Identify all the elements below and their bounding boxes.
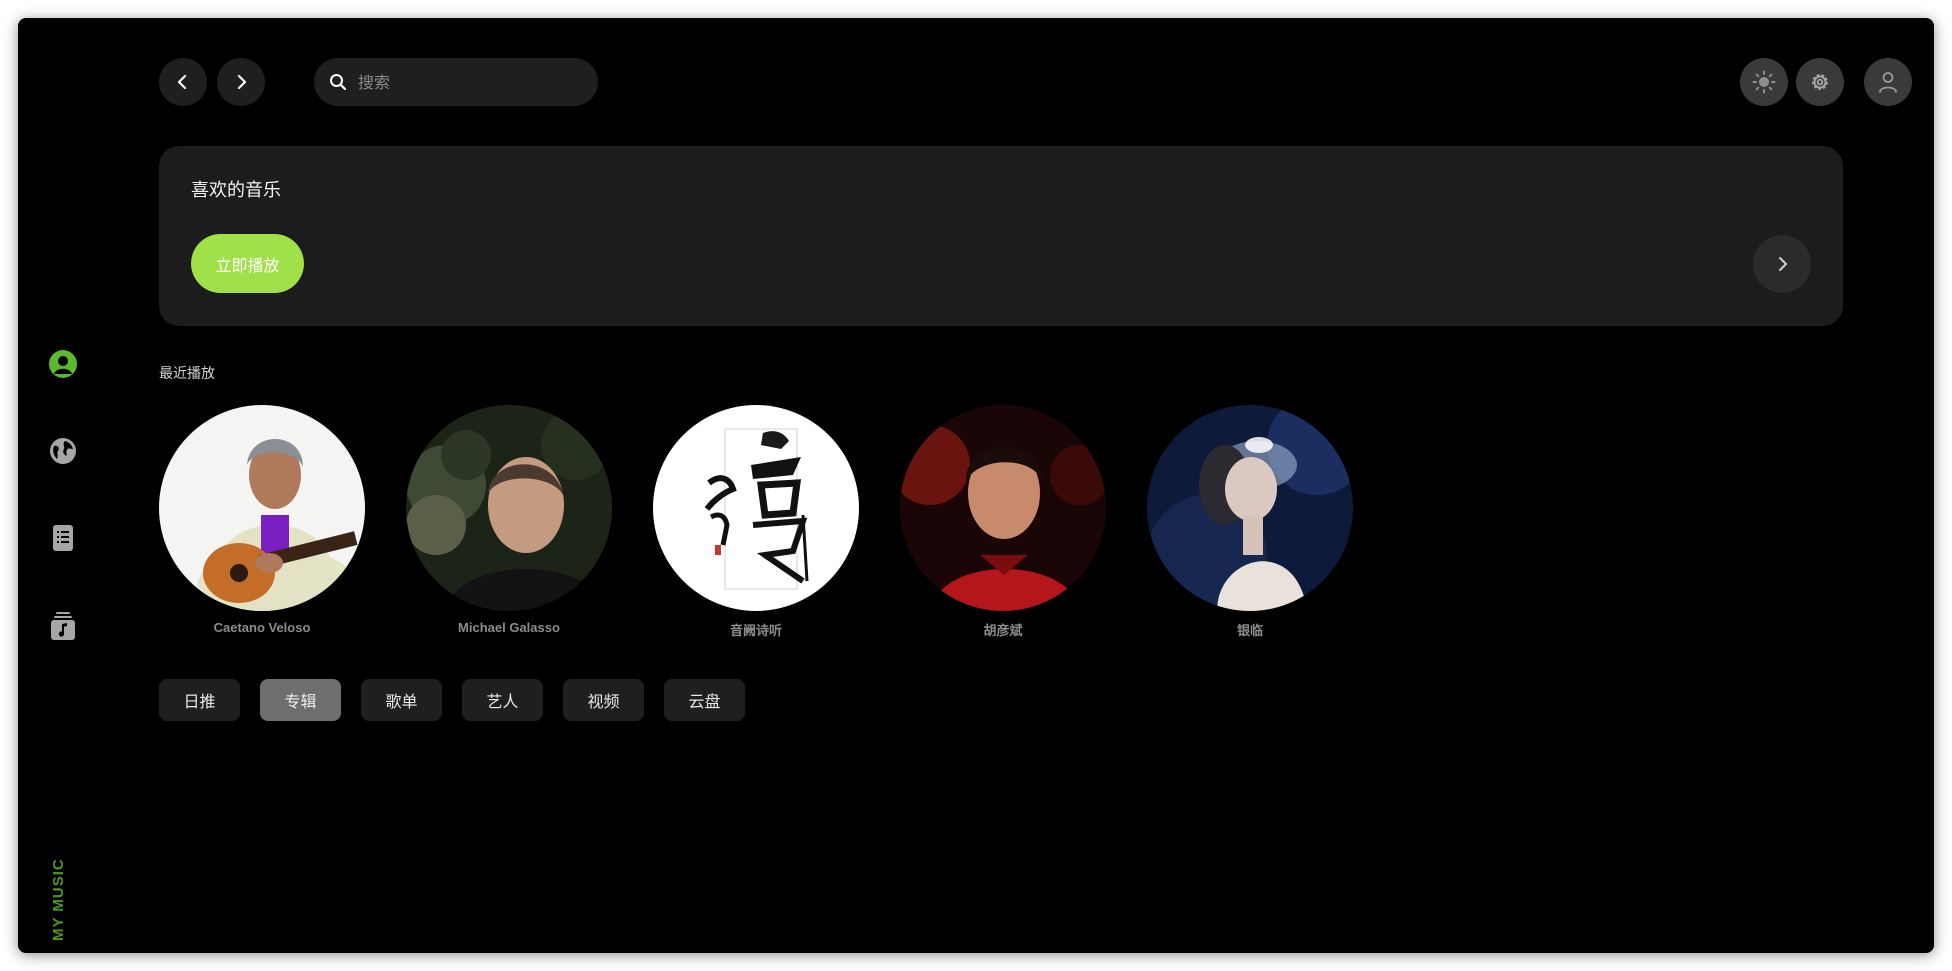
- search-icon: [328, 72, 348, 92]
- artist-avatar: [159, 405, 365, 611]
- liked-music-card[interactable]: 喜欢的音乐 立即播放: [159, 146, 1843, 326]
- artist-name: Caetano Veloso: [213, 620, 311, 635]
- artist-name: 银临: [1236, 623, 1263, 638]
- artist-name: Michael Galasso: [458, 620, 560, 635]
- artist-name: 胡彦斌: [983, 623, 1023, 638]
- app-window: MY MUSIC 搜索 喜欢的音乐 立即播放 最近播放 Caetano Velo…: [18, 18, 1934, 953]
- tab-cloud[interactable]: 云盘: [664, 679, 745, 721]
- liked-music-title: 喜欢的音乐: [191, 180, 281, 201]
- user-circle-icon: [49, 350, 77, 378]
- chevron-right-icon: [1779, 257, 1787, 271]
- recent-artist-card[interactable]: Michael Galasso: [406, 405, 612, 635]
- search-bar: [314, 58, 598, 106]
- user-avatar[interactable]: [1864, 58, 1912, 106]
- sidebar-item-user[interactable]: [48, 349, 78, 379]
- theme-toggle-button[interactable]: [1740, 58, 1788, 106]
- chevron-right-icon: [237, 74, 247, 90]
- artist-avatar: [653, 405, 859, 611]
- sun-icon: [1752, 70, 1776, 94]
- tab-playlists[interactable]: 歌单: [361, 679, 442, 721]
- liked-music-more-button[interactable]: [1753, 235, 1811, 293]
- app-brand: MY MUSIC: [50, 858, 67, 941]
- recent-artist-card[interactable]: 胡彦斌: [900, 405, 1106, 639]
- gear-icon: [1812, 74, 1828, 90]
- artist-name: 音阙诗听: [729, 623, 782, 638]
- tab-albums[interactable]: 专辑: [260, 679, 341, 721]
- artist-avatar: [900, 405, 1106, 611]
- tab-artists[interactable]: 艺人: [462, 679, 543, 721]
- user-icon: [1879, 72, 1897, 93]
- back-button[interactable]: [159, 58, 207, 106]
- sidebar-item-library[interactable]: [48, 611, 78, 641]
- globe-icon: [50, 438, 76, 464]
- search-input[interactable]: [356, 71, 580, 93]
- recent-section-title: 最近播放: [159, 366, 215, 382]
- play-now-button[interactable]: 立即播放: [191, 234, 304, 293]
- settings-button[interactable]: [1796, 58, 1844, 106]
- music-library-icon: [51, 612, 75, 640]
- forward-button[interactable]: [217, 58, 265, 106]
- recent-artist-card[interactable]: Caetano Veloso: [159, 405, 365, 635]
- library-tabs: 日推 专辑 歌单 艺人 视频 云盘: [159, 679, 765, 721]
- list-book-icon: [53, 525, 73, 551]
- recent-artist-card[interactable]: 银临: [1147, 405, 1353, 639]
- tab-videos[interactable]: 视频: [563, 679, 644, 721]
- sidebar-item-playlists[interactable]: [48, 523, 78, 553]
- sidebar-item-discover[interactable]: [48, 436, 78, 466]
- artist-avatar: [406, 405, 612, 611]
- recent-artist-card[interactable]: 音阙诗听: [653, 405, 859, 639]
- chevron-left-icon: [177, 74, 187, 90]
- tab-daily[interactable]: 日推: [159, 679, 240, 721]
- artist-avatar: [1147, 405, 1353, 611]
